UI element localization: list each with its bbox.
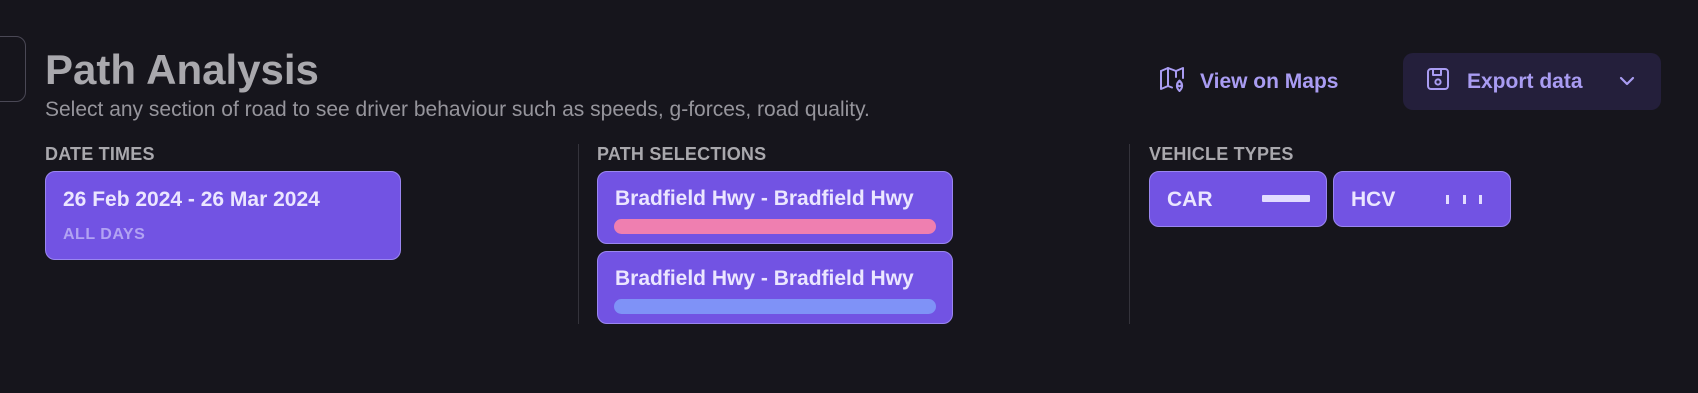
- chevron-down-icon: [1617, 71, 1637, 97]
- path-selections-label: PATH SELECTIONS: [597, 144, 767, 164]
- vehicle-type-hcv-chip[interactable]: HCV: [1333, 171, 1511, 227]
- days-filter-text: ALL DAYS: [63, 226, 146, 243]
- path-color-bar: [614, 299, 936, 314]
- date-range-text: 26 Feb 2024 - 26 Mar 2024: [63, 188, 320, 211]
- path-selection-name: Bradfield Hwy - Bradfield Hwy: [615, 187, 914, 210]
- save-icon: [1425, 66, 1451, 98]
- date-times-label: DATE TIMES: [45, 144, 155, 164]
- date-range-card[interactable]: 26 Feb 2024 - 26 Mar 2024 ALL DAYS: [45, 171, 401, 260]
- view-on-maps-label: View on Maps: [1200, 70, 1339, 93]
- vehicle-type-name: CAR: [1167, 188, 1213, 211]
- section-divider: [1129, 144, 1130, 324]
- path-selection-name: Bradfield Hwy - Bradfield Hwy: [615, 267, 914, 290]
- collapse-sidebar-tab[interactable]: [0, 36, 26, 102]
- view-on-maps-button[interactable]: View on Maps: [1158, 62, 1338, 102]
- vehicle-type-name: HCV: [1351, 188, 1396, 211]
- path-color-bar: [614, 219, 936, 234]
- page-title: Path Analysis: [45, 46, 319, 93]
- export-data-label: Export data: [1467, 69, 1583, 93]
- map-pin-icon: [1158, 65, 1186, 99]
- path-selection-card[interactable]: Bradfield Hwy - Bradfield Hwy: [597, 171, 953, 244]
- path-analysis-panel: Path Analysis Select any section of road…: [0, 0, 1698, 393]
- page-subtitle: Select any section of road to see driver…: [45, 98, 870, 121]
- path-selection-card[interactable]: Bradfield Hwy - Bradfield Hwy: [597, 251, 953, 324]
- export-data-button[interactable]: Export data: [1403, 53, 1661, 110]
- solid-line-legend: [1262, 195, 1310, 202]
- vehicle-type-car-chip[interactable]: CAR: [1149, 171, 1327, 227]
- vehicle-types-label: VEHICLE TYPES: [1149, 144, 1294, 164]
- dashed-line-legend: [1446, 195, 1482, 204]
- section-divider: [578, 144, 579, 324]
